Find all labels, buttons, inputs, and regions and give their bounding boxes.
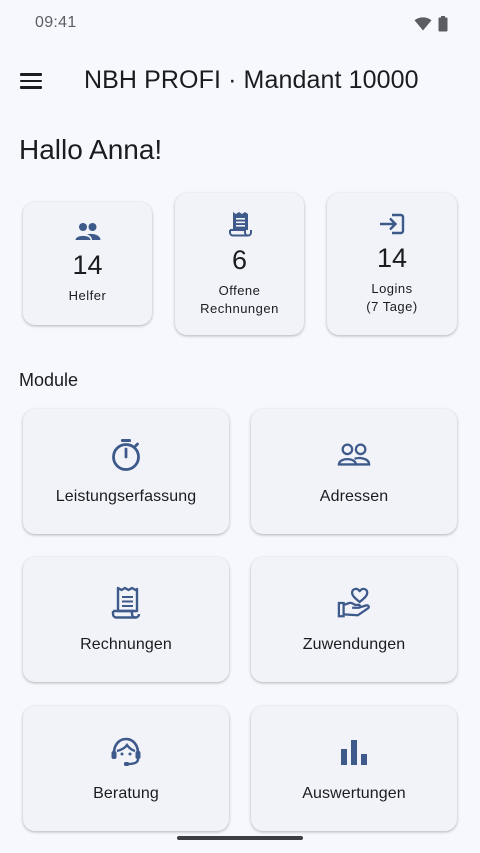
people-icon: [75, 223, 100, 240]
module-card-zuwendungen[interactable]: Zuwendungen: [251, 557, 457, 682]
module-label: Adressen: [319, 487, 389, 505]
status-bar: 09:41: [0, 0, 480, 46]
app-title: NBH PROFI · Mandant 10000: [84, 66, 419, 94]
status-icons: [414, 16, 448, 32]
module-card-beratung[interactable]: Beratung: [23, 706, 229, 831]
module-label: Beratung: [93, 784, 159, 802]
app-bar: NBH PROFI · Mandant 10000: [0, 56, 480, 106]
module-card-leistungserfassung[interactable]: Leistungserfassung: [23, 409, 229, 534]
receipt-icon: [228, 211, 252, 237]
stat-value: 14: [376, 242, 408, 273]
stat-card-logins[interactable]: 14 Logins (7 Tage): [327, 193, 457, 335]
timer-icon: [109, 438, 143, 472]
stat-card-helfer[interactable]: 14 Helfer: [23, 202, 152, 325]
volunteer-heart-icon: [337, 586, 371, 620]
module-card-auswertungen[interactable]: Auswertungen: [251, 706, 457, 831]
group-icon: [337, 438, 371, 472]
module-card-rechnungen[interactable]: Rechnungen: [23, 557, 229, 682]
home-indicator[interactable]: [177, 836, 303, 840]
login-icon: [380, 213, 405, 234]
module-label: Leistungserfassung: [55, 487, 197, 505]
stat-label: Offene Rechnungen: [200, 282, 279, 316]
module-label: Auswertungen: [302, 784, 406, 802]
module-card-adressen[interactable]: Adressen: [251, 409, 457, 534]
bar-chart-icon: [337, 735, 371, 769]
stat-value: 14: [72, 250, 103, 280]
module-label: Zuwendungen: [302, 635, 406, 653]
stat-label: Helfer: [68, 288, 107, 303]
support-agent-icon: [109, 735, 143, 769]
wifi-icon: [414, 17, 432, 31]
receipt-icon: [109, 586, 143, 620]
menu-button[interactable]: [20, 68, 46, 94]
section-title-module: Module: [19, 370, 79, 390]
battery-icon: [438, 16, 448, 32]
stat-label: Logins (7 Tage): [366, 280, 418, 314]
stat-value: 6: [231, 244, 248, 275]
greeting: Hallo Anna!: [19, 134, 163, 165]
module-label: Rechnungen: [80, 635, 172, 653]
stat-card-offene-rechnungen[interactable]: 6 Offene Rechnungen: [175, 193, 304, 335]
status-time: 09:41: [35, 14, 77, 31]
